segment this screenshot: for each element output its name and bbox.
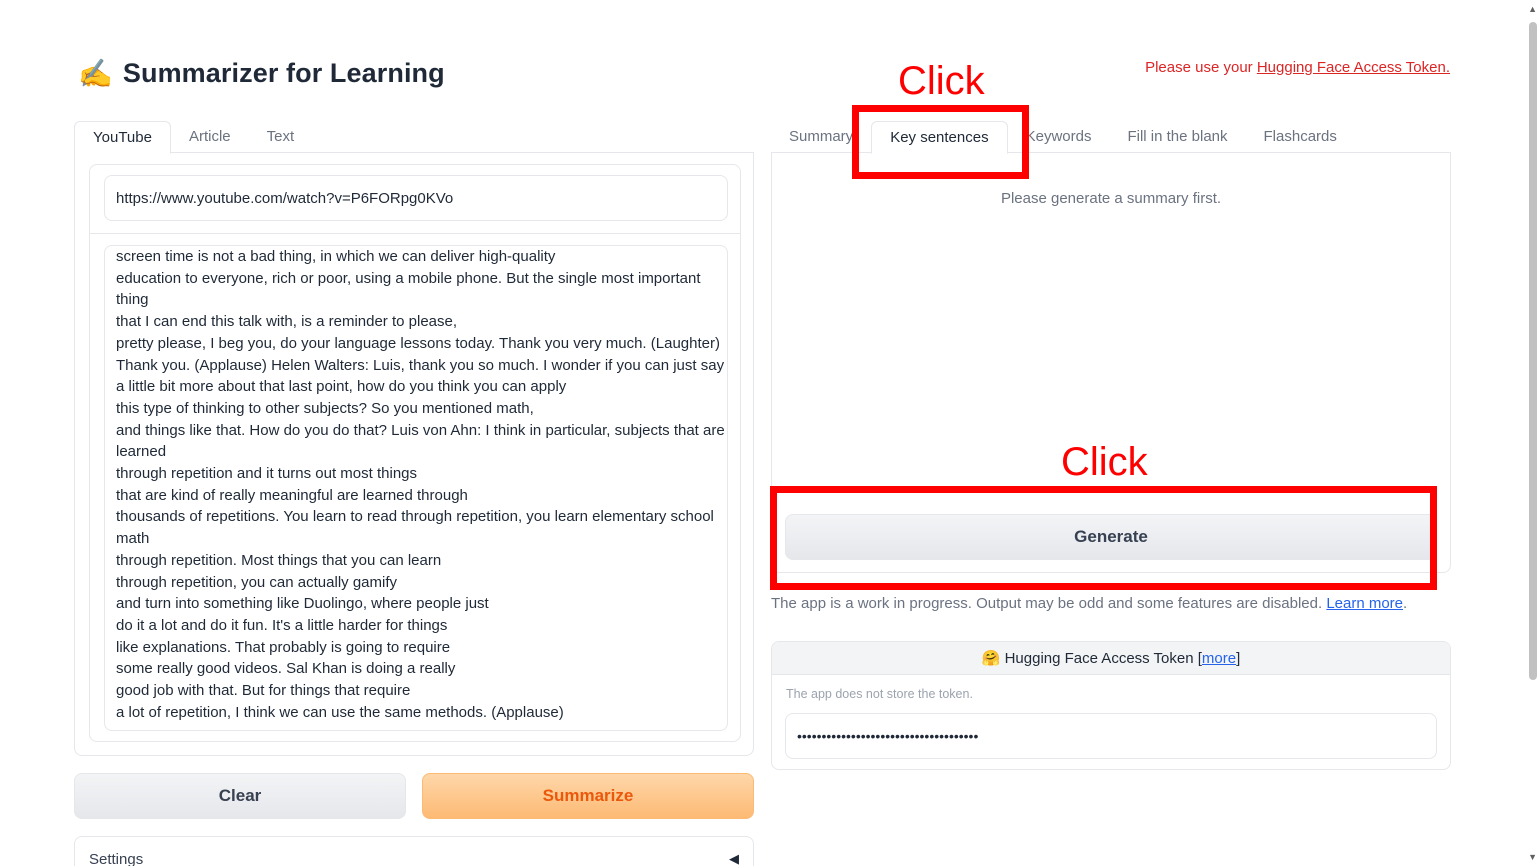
tab-flashcards[interactable]: Flashcards xyxy=(1246,121,1355,153)
transcript-line: math xyxy=(116,530,150,548)
wip-note: The app is a work in progress. Output ma… xyxy=(771,595,1407,612)
transcript-line: through repetition. Most things that you… xyxy=(116,551,442,569)
collapse-caret-icon: ◀ xyxy=(729,851,739,866)
click-annotation-top: Click xyxy=(898,59,985,103)
transcript-line: thousands of repetitions. You learn to r… xyxy=(116,508,714,526)
scroll-down-arrow-icon[interactable]: ▼ xyxy=(1528,852,1537,862)
transcript-line: screen time is not a bad thing, in which… xyxy=(116,248,556,265)
transcript-line: thing xyxy=(116,291,149,309)
transcript-line: Thank you. (Applause) Helen Walters: Lui… xyxy=(116,356,725,374)
transcript-line: like explanations. That probably is goin… xyxy=(116,638,451,656)
wip-text: The app is a work in progress. Output ma… xyxy=(771,595,1327,612)
tab-youtube[interactable]: YouTube xyxy=(74,121,171,154)
token-note: Please use your Hugging Face Access Toke… xyxy=(1145,59,1450,76)
transcript-line: that are kind of really meaningful are l… xyxy=(116,486,468,504)
transcript-line: some really good videos. Sal Khan is doi… xyxy=(116,660,456,678)
divider xyxy=(90,233,740,234)
transcript-line: do it a lot and do it fun. It's a little… xyxy=(116,616,448,634)
transcript-line: learned xyxy=(116,443,167,461)
transcript-line: through repetition, you can actually gam… xyxy=(116,573,397,591)
youtube-input-group: screen time is not a bad thing, in which… xyxy=(89,164,741,742)
empty-state-message: Please generate a summary first. xyxy=(1000,190,1222,207)
transcript-line: that I can end this talk with, is a remi… xyxy=(116,313,458,331)
transcript-textarea[interactable]: screen time is not a bad thing, in which… xyxy=(104,245,728,731)
transcript-line: and things like that. How do you do that… xyxy=(116,421,725,439)
tab-article[interactable]: Article xyxy=(171,121,249,153)
token-note-text: Please use your xyxy=(1145,59,1257,76)
learn-more-link[interactable]: Learn more xyxy=(1326,595,1403,612)
settings-accordion[interactable]: Settings ◀ xyxy=(74,836,754,866)
settings-label: Settings xyxy=(89,851,144,866)
highlight-key-sentences-tab xyxy=(852,105,1029,179)
page-title: Summarizer for Learning xyxy=(122,58,445,88)
scroll-up-arrow-icon[interactable]: ▲ xyxy=(1528,4,1537,14)
tab-fill-in-the-blank[interactable]: Fill in the blank xyxy=(1109,121,1245,153)
transcript-line: through repetition and it turns out most… xyxy=(116,465,418,483)
summarize-button[interactable]: Summarize xyxy=(422,773,754,819)
app-title: ✍️ Summarizer for Learning xyxy=(78,58,445,89)
transcript-line: good job with that. But for things that … xyxy=(116,682,411,700)
input-source-tabs: YouTube Article Text xyxy=(74,121,754,154)
transcript-line: education to everyone, rich or poor, usi… xyxy=(116,269,701,287)
hugging-face-icon: 🤗 xyxy=(981,650,1001,667)
token-info-text: The app does not store the token. xyxy=(786,687,973,701)
token-more-link[interactable]: more xyxy=(1202,650,1236,667)
tab-text[interactable]: Text xyxy=(249,121,313,153)
youtube-panel: screen time is not a bad thing, in which… xyxy=(74,152,754,756)
hf-token-link[interactable]: Hugging Face Access Token. xyxy=(1257,59,1450,76)
highlight-generate-button xyxy=(770,486,1437,590)
youtube-url-input[interactable] xyxy=(104,175,728,221)
token-password-input[interactable] xyxy=(785,713,1437,759)
token-label: Hugging Face Access Token xyxy=(1004,650,1198,667)
clear-button[interactable]: Clear xyxy=(74,773,406,819)
transcript-line: a little bit more about that last point,… xyxy=(116,378,567,396)
transcript-line: and turn into something like Duolingo, w… xyxy=(116,595,489,613)
click-annotation-bottom: Click xyxy=(1061,440,1148,484)
transcript-line: a lot of repetition, I think we can use … xyxy=(116,703,564,721)
token-accordion: 🤗 Hugging Face Access Token [more] The a… xyxy=(771,641,1451,770)
scrollbar-thumb[interactable] xyxy=(1529,22,1537,680)
writing-hand-icon: ✍️ xyxy=(78,57,113,89)
transcript-line: this type of thinking to other subjects?… xyxy=(116,399,534,417)
wip-suffix: . xyxy=(1403,595,1408,612)
token-header: 🤗 Hugging Face Access Token [more] xyxy=(772,642,1450,675)
transcript-line: pretty please, I beg you, do your langua… xyxy=(116,334,720,352)
